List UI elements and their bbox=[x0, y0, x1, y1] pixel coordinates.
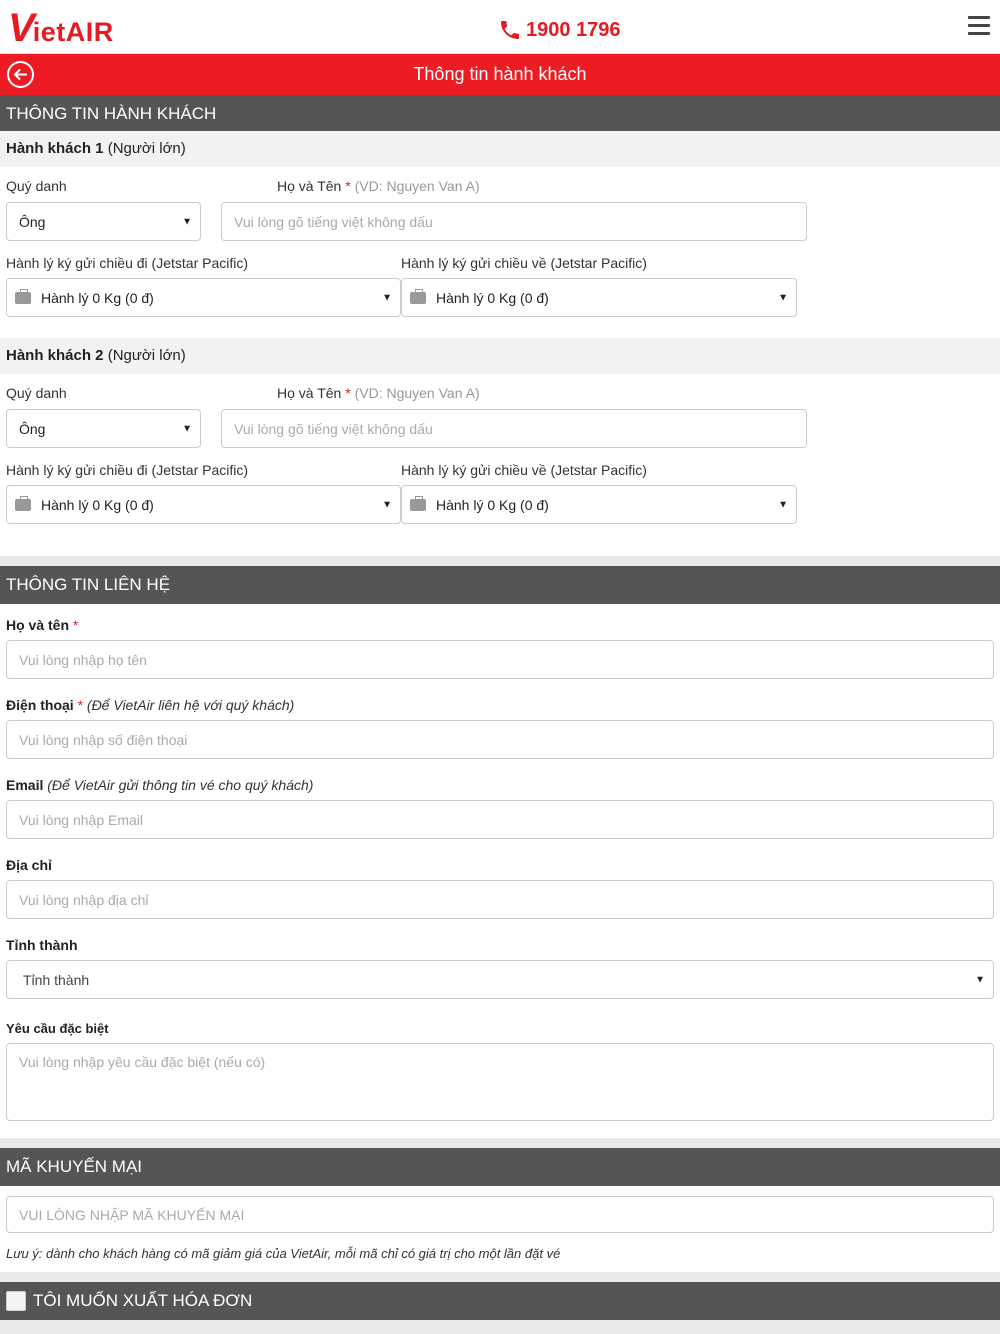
passenger-1-title-select[interactable]: Ông ▼ bbox=[6, 202, 201, 241]
baggage-out-label: Hành lý ký gửi chiều đi (Jetstar Pacific… bbox=[6, 462, 249, 478]
passenger-1-heading: Hành khách 1 bbox=[6, 140, 104, 157]
caret-down-icon: ▼ bbox=[778, 292, 788, 303]
passenger-1-name-input[interactable]: Vui lòng gõ tiếng việt không dấu bbox=[221, 202, 807, 241]
back-arrow-icon[interactable] bbox=[7, 61, 34, 88]
luggage-icon bbox=[410, 495, 426, 511]
contact-special-label: Yêu cầu đặc biệt bbox=[6, 1021, 109, 1036]
baggage-return-label: Hành lý ký gửi chiều về (Jetstar Pacific… bbox=[401, 255, 647, 271]
top-bar: V ietAIR 1900 1796 bbox=[0, 0, 1000, 54]
passenger-section-header: THÔNG TIN HÀNH KHÁCH bbox=[0, 95, 1000, 133]
passenger-1-baggage-return-select[interactable]: Hành lý 0 Kg (0 đ) ▼ bbox=[401, 278, 797, 317]
checkbox-icon[interactable] bbox=[6, 1291, 26, 1311]
invoice-toggle[interactable]: TÔI MUỐN XUẤT HÓA ĐƠN bbox=[0, 1282, 1000, 1320]
menu-icon[interactable] bbox=[968, 16, 990, 36]
promo-note: Lưu ý: dành cho khách hàng có mã giảm gi… bbox=[6, 1246, 561, 1261]
passenger-2-header: Hành khách 2 (Người lớn) bbox=[0, 338, 1000, 374]
passenger-1-type: (Người lớn) bbox=[107, 140, 186, 157]
hotline[interactable]: 1900 1796 bbox=[498, 18, 621, 42]
luggage-icon bbox=[410, 288, 426, 304]
title-label: Quý danh bbox=[6, 178, 67, 194]
contact-province-select[interactable]: Tỉnh thành ▼ bbox=[6, 960, 994, 999]
passenger-2-name-input[interactable]: Vui lòng gõ tiếng việt không dấu bbox=[221, 409, 807, 448]
page-title: Thông tin hành khách bbox=[413, 64, 587, 84]
caret-down-icon: ▼ bbox=[975, 974, 985, 985]
caret-down-icon: ▼ bbox=[778, 499, 788, 510]
section-divider bbox=[0, 1272, 1000, 1282]
passenger-1-baggage-out-select[interactable]: Hành lý 0 Kg (0 đ) ▼ bbox=[6, 278, 401, 317]
passenger-2-baggage-out-select[interactable]: Hành lý 0 Kg (0 đ) ▼ bbox=[6, 485, 401, 524]
passenger-1-header: Hành khách 1 (Người lớn) bbox=[0, 131, 1000, 167]
passenger-2-baggage-return-select[interactable]: Hành lý 0 Kg (0 đ) ▼ bbox=[401, 485, 797, 524]
contact-address-input[interactable]: Vui lòng nhập địa chỉ bbox=[6, 880, 994, 919]
luggage-icon bbox=[15, 288, 31, 304]
title-value: Ông bbox=[19, 420, 46, 437]
vietair-logo[interactable]: V ietAIR bbox=[8, 4, 114, 52]
section-divider bbox=[0, 556, 1000, 566]
contact-address-label: Địa chỉ bbox=[6, 857, 52, 873]
title-value: Ông bbox=[19, 213, 46, 230]
contact-phone-input[interactable]: Vui lòng nhập số điện thoại bbox=[6, 720, 994, 759]
contact-province-label: Tỉnh thành bbox=[6, 937, 78, 953]
contact-email-label: Email (Để VietAir gửi thông tin vé cho q… bbox=[6, 777, 314, 793]
caret-down-icon: ▼ bbox=[382, 499, 392, 510]
title-bar: Thông tin hành khách bbox=[0, 54, 1000, 95]
passenger-2-type: (Người lớn) bbox=[107, 347, 186, 364]
hotline-number: 1900 1796 bbox=[526, 18, 621, 41]
logo-mark: V bbox=[8, 6, 35, 50]
contact-phone-label: Điện thoại * (Để VietAir liên hệ với quý… bbox=[6, 697, 295, 713]
baggage-return-label: Hành lý ký gửi chiều về (Jetstar Pacific… bbox=[401, 462, 647, 478]
logo-text: ietAIR bbox=[32, 16, 114, 47]
title-label: Quý danh bbox=[6, 385, 67, 401]
section-divider bbox=[0, 1138, 1000, 1148]
caret-down-icon: ▼ bbox=[182, 423, 192, 434]
passenger-2-heading: Hành khách 2 bbox=[6, 347, 104, 364]
contact-section-header: THÔNG TIN LIÊN HỆ bbox=[0, 566, 1000, 604]
invoice-label: TÔI MUỐN XUẤT HÓA ĐƠN bbox=[33, 1291, 253, 1310]
caret-down-icon: ▼ bbox=[382, 292, 392, 303]
contact-name-input[interactable]: Vui lòng nhập họ tên bbox=[6, 640, 994, 679]
promo-section-header: MÃ KHUYẾN MẠI bbox=[0, 1148, 1000, 1186]
phone-icon bbox=[501, 21, 519, 39]
name-label: Họ và Tên * (VD: Nguyen Van A) bbox=[277, 385, 480, 401]
promo-code-input[interactable]: VUI LÒNG NHẬP MÃ KHUYẾN MẠI bbox=[6, 1196, 994, 1233]
contact-email-input[interactable]: Vui lòng nhập Email bbox=[6, 800, 994, 839]
baggage-out-label: Hành lý ký gửi chiều đi (Jetstar Pacific… bbox=[6, 255, 249, 271]
contact-name-label: Họ và tên * bbox=[6, 617, 79, 633]
luggage-icon bbox=[15, 495, 31, 511]
special-request-textarea[interactable]: Vui lòng nhập yêu cầu đặc biệt (nếu có) bbox=[6, 1043, 994, 1121]
name-label: Họ và Tên * (VD: Nguyen Van A) bbox=[277, 178, 480, 194]
passenger-2-title-select[interactable]: Ông ▼ bbox=[6, 409, 201, 448]
bottom-divider bbox=[0, 1320, 1000, 1334]
caret-down-icon: ▼ bbox=[182, 216, 192, 227]
